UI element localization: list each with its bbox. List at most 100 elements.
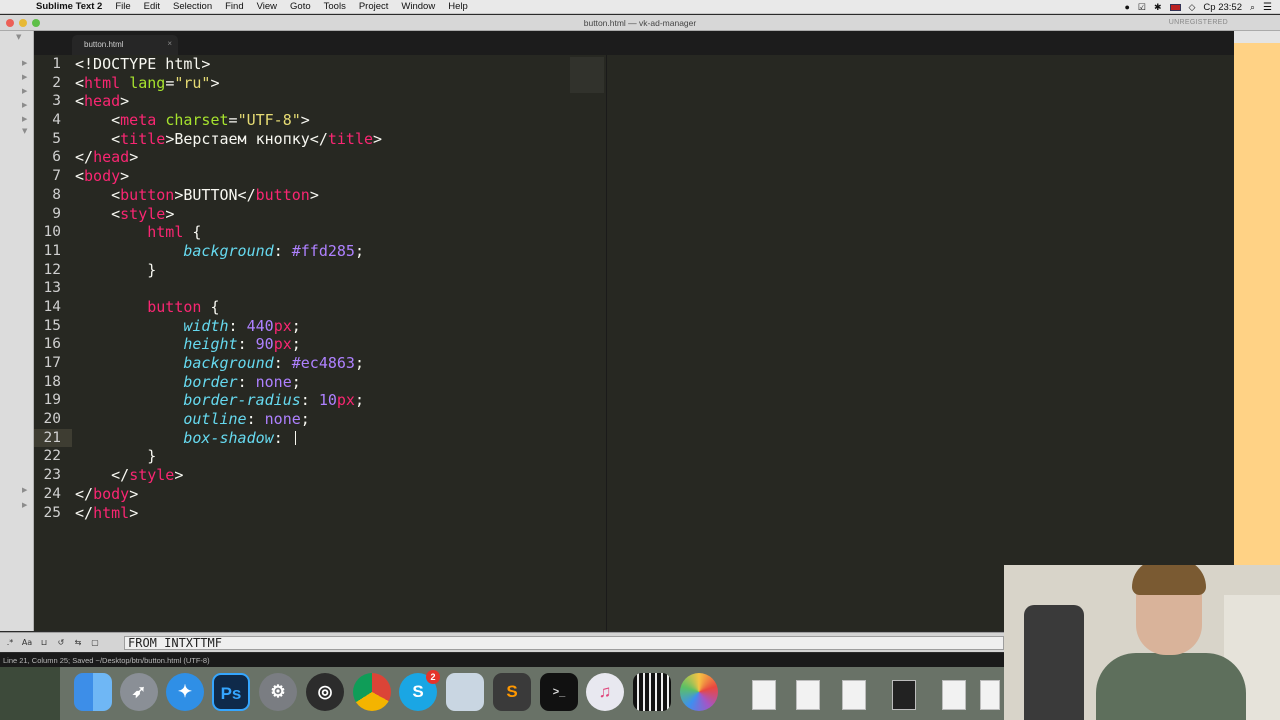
safari-icon[interactable]: ✦: [166, 673, 204, 711]
code-line[interactable]: 13: [44, 279, 382, 298]
obs-icon[interactable]: ◎: [306, 673, 344, 711]
whole-word-toggle-icon[interactable]: ⊔: [37, 637, 51, 649]
code-token: background: [183, 354, 274, 372]
photos-icon[interactable]: [680, 673, 718, 711]
folder-expand-icon[interactable]: ▶: [22, 73, 27, 81]
menu-bar: Sublime Text 2 File Edit Selection Find …: [0, 0, 1280, 14]
chrome-icon[interactable]: [353, 673, 391, 711]
photoshop-icon[interactable]: Ps: [212, 673, 250, 711]
code-line[interactable]: 14 button {: [44, 298, 382, 317]
find-input[interactable]: FROM INTXTTMF: [124, 636, 1004, 650]
folder-expand-icon[interactable]: ▶: [22, 501, 27, 509]
obs-icon[interactable]: ●: [1124, 2, 1129, 12]
code-line[interactable]: 22 }: [44, 447, 382, 466]
terminal-window-thumbnail[interactable]: [892, 680, 916, 710]
regex-toggle-icon[interactable]: .*: [3, 637, 17, 649]
editor-pane-empty[interactable]: [606, 55, 1234, 631]
document-stack-icon[interactable]: [796, 680, 820, 710]
highlight-toggle-icon[interactable]: ▢: [88, 637, 102, 649]
menu-file[interactable]: File: [115, 1, 130, 12]
line-content: height: 90px;: [75, 335, 300, 353]
document-stack-icon[interactable]: [942, 680, 966, 710]
launchpad-icon[interactable]: ➶: [120, 673, 158, 711]
code-line[interactable]: 21 box-shadow:: [34, 428, 382, 448]
code-line[interactable]: 2 <html lang="ru">: [52, 73, 382, 93]
code-line[interactable]: 16 height: 90px;: [44, 335, 382, 354]
downloads-stack-icon[interactable]: [752, 680, 776, 710]
code-token: :: [300, 391, 319, 410]
code-line[interactable]: 18 border: none;: [44, 373, 382, 392]
tab-button-html[interactable]: button.html ×: [72, 35, 178, 55]
folder-expand-icon[interactable]: ▶: [22, 115, 27, 123]
minimap[interactable]: [570, 57, 604, 93]
code-line[interactable]: 15 width: 440px;: [44, 317, 382, 336]
code-line[interactable]: 7 <body>: [52, 167, 382, 186]
document-stack-icon[interactable]: [842, 680, 866, 710]
code-line[interactable]: 3 <head>: [52, 92, 382, 111]
code-line[interactable]: 17 background: #ec4863;: [44, 354, 382, 373]
skype-icon[interactable]: S 2: [399, 670, 440, 711]
folder-expand-icon[interactable]: ▶: [22, 59, 27, 67]
code-token: =: [165, 73, 175, 92]
itunes-icon[interactable]: ♫: [586, 673, 624, 711]
menu-goto[interactable]: Goto: [290, 1, 311, 12]
window-titlebar: button.html — vk-ad-manager UNREGISTERED: [0, 15, 1280, 31]
folder-collapse-icon[interactable]: ▼: [16, 33, 21, 41]
wifi-icon[interactable]: ◇: [1189, 2, 1196, 13]
sublime-text-icon[interactable]: S: [493, 673, 531, 711]
piano-icon[interactable]: [633, 673, 671, 711]
menu-help[interactable]: Help: [448, 1, 468, 12]
code-line[interactable]: 20 outline: none;: [44, 410, 382, 429]
flag-icon[interactable]: [1169, 3, 1181, 11]
menu-find[interactable]: Find: [225, 1, 243, 12]
folder-expand-icon[interactable]: ▶: [22, 486, 27, 494]
menu-window[interactable]: Window: [401, 1, 435, 12]
trash-icon[interactable]: [980, 680, 1000, 710]
code-line[interactable]: 24 </body>: [44, 485, 382, 504]
code-token: button: [120, 185, 175, 204]
code-line[interactable]: 1 <!DOCTYPE html>: [52, 55, 382, 74]
app-name-menu[interactable]: Sublime Text 2: [36, 1, 102, 12]
spotlight-icon[interactable]: ⌕: [1250, 2, 1255, 13]
clock-text[interactable]: Ср 23:52: [1203, 2, 1242, 13]
line-number: 5: [52, 130, 61, 147]
webcam-person-hair: [1132, 565, 1206, 595]
code-line[interactable]: 12 }: [44, 261, 382, 280]
reverse-toggle-icon[interactable]: ↺: [54, 637, 68, 649]
menu-tools[interactable]: Tools: [324, 1, 346, 12]
code-line[interactable]: 23 </style>: [44, 466, 382, 485]
code-line[interactable]: 5 <title>Верстаем кнопку</title>: [52, 130, 382, 149]
code-token: ;: [300, 410, 310, 429]
menu-view[interactable]: View: [257, 1, 277, 12]
code-line[interactable]: 4 <meta charset="UTF-8">: [52, 111, 382, 130]
code-editor[interactable]: 1 <!DOCTYPE html> 2 <html lang="ru"> 3 <head>…: [34, 55, 606, 631]
code-line[interactable]: 10 html {: [44, 223, 382, 242]
line-content: background: #ec4863;: [75, 354, 364, 372]
menu-edit[interactable]: Edit: [144, 1, 160, 12]
wrap-toggle-icon[interactable]: ⇆: [71, 637, 85, 649]
code-line[interactable]: 25 </html>: [44, 504, 382, 523]
code-token: style: [129, 466, 175, 485]
code-line[interactable]: 9 <style>: [52, 205, 382, 224]
code-line[interactable]: 6 </head>: [52, 148, 382, 167]
notification-center-icon[interactable]: ☰: [1263, 2, 1272, 13]
terminal-icon[interactable]: >_: [540, 673, 578, 711]
code-area[interactable]: 1 <!DOCTYPE html> 2 <html lang="ru"> 3 <head>…: [34, 55, 382, 523]
folder-expand-icon[interactable]: ▶: [22, 101, 27, 109]
code-line[interactable]: 19 border-radius: 10px;: [44, 391, 382, 410]
folder-collapse-icon[interactable]: ▼: [22, 127, 27, 135]
tab-close-icon[interactable]: ×: [167, 39, 172, 48]
case-sensitive-toggle[interactable]: Aa: [20, 637, 34, 649]
code-line[interactable]: 11 background: #ffd285;: [44, 242, 382, 261]
checkbox-icon[interactable]: ☑: [1138, 2, 1146, 13]
folder-expand-icon[interactable]: ▶: [22, 87, 27, 95]
bluetooth-icon[interactable]: ✱: [1154, 2, 1162, 13]
system-preferences-icon[interactable]: ⚙: [259, 673, 297, 711]
menu-project[interactable]: Project: [359, 1, 389, 12]
preview-icon[interactable]: [446, 673, 484, 711]
code-line[interactable]: 8 <button>BUTTON</button>: [52, 185, 382, 205]
finder-icon[interactable]: [74, 673, 112, 711]
menu-selection[interactable]: Selection: [173, 1, 212, 12]
